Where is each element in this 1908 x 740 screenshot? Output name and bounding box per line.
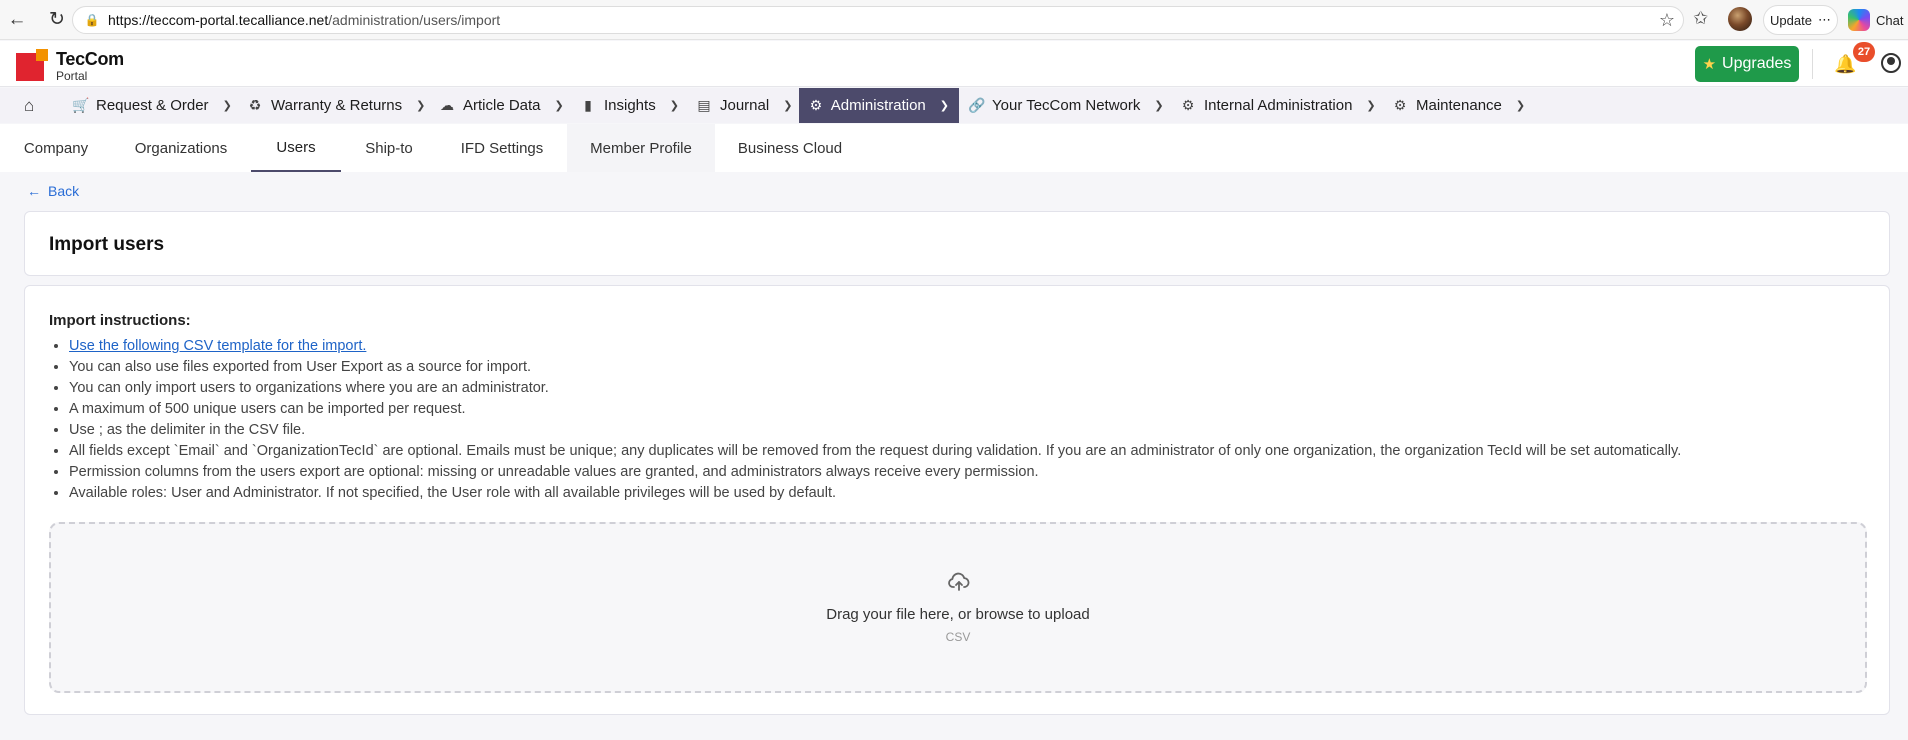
- nav-administration[interactable]: ⚙ Administration ❯: [799, 88, 959, 123]
- tab-company[interactable]: Company: [0, 124, 112, 172]
- list-item: A maximum of 500 unique users can be imp…: [69, 399, 1681, 420]
- nav-warranty-returns[interactable]: ♻ Warranty & Returns ❯: [237, 88, 435, 123]
- upgrades-label: Upgrades: [1722, 55, 1792, 72]
- sub-tabs: Company Organizations Users Ship-to IFD …: [0, 124, 1908, 172]
- arrow-left-icon: ←: [27, 183, 41, 199]
- nav-article-data[interactable]: ☁ Article Data ❯: [429, 88, 574, 123]
- csv-template-link[interactable]: Use the following CSV template for the i…: [69, 338, 366, 354]
- nav-insights[interactable]: ▮ Insights ❯: [570, 88, 689, 123]
- journal-icon: ▤: [697, 97, 711, 113]
- browser-toolbar: ← ↻ 🔒 https://teccom-portal.tecalliance.…: [0, 0, 1908, 40]
- upgrades-button[interactable]: ★ Upgrades: [1695, 46, 1799, 82]
- chevron-down-icon: ❯: [783, 100, 793, 112]
- brand-sub: Portal: [56, 69, 88, 83]
- list-item: You can also use files exported from Use…: [69, 357, 1681, 378]
- chevron-down-icon: ❯: [1154, 100, 1164, 112]
- nav-label: Warranty & Returns: [271, 97, 403, 114]
- list-item: Available roles: User and Administrator.…: [69, 483, 1681, 504]
- nav-label: Journal: [720, 97, 770, 114]
- back-link[interactable]: ← Back: [27, 183, 79, 199]
- browser-reload-icon[interactable]: ↻: [46, 9, 68, 31]
- nav-label: Your TecCom Network: [992, 97, 1141, 114]
- copilot-chat-button[interactable]: Chat: [1848, 5, 1903, 35]
- dropzone-filetype: CSV: [945, 630, 971, 644]
- gears-icon: ⚙: [1181, 97, 1195, 113]
- list-item: You can only import users to organizatio…: [69, 378, 1681, 399]
- tab-ship-to[interactable]: Ship-to: [341, 124, 437, 172]
- chevron-down-icon: ❯: [939, 100, 949, 112]
- browser-update-button[interactable]: Update ⋯: [1763, 5, 1838, 35]
- tab-ifd-settings[interactable]: IFD Settings: [437, 124, 567, 172]
- chevron-down-icon: ❯: [1366, 100, 1376, 112]
- chart-icon: ▮: [584, 97, 592, 113]
- chevron-down-icon: ❯: [669, 100, 679, 112]
- browser-profile-avatar[interactable]: [1728, 7, 1752, 31]
- recycle-icon: ♻: [248, 97, 262, 113]
- chat-label: Chat: [1876, 12, 1904, 28]
- list-item: Use the following CSV template for the i…: [69, 336, 1681, 357]
- nav-label: Insights: [604, 97, 656, 114]
- site-info-icon[interactable]: 🔒: [85, 13, 100, 27]
- teccom-logo[interactable]: [16, 49, 48, 81]
- nav-request-order[interactable]: 🛒 Request & Order ❯: [62, 88, 242, 123]
- nav-label: Internal Administration: [1204, 97, 1353, 114]
- link-icon: 🔗: [968, 97, 986, 113]
- notification-badge: 27: [1853, 42, 1875, 62]
- dropzone-text: Drag your file here, or browse to upload: [826, 606, 1090, 623]
- gears-icon: ⚙: [1393, 97, 1407, 113]
- nav-journal[interactable]: ▤ Journal ❯: [686, 88, 802, 123]
- list-item: Use ; as the delimiter in the CSV file.: [69, 420, 1681, 441]
- chevron-down-icon: ❯: [1515, 100, 1526, 112]
- nav-internal-administration[interactable]: ⚙ Internal Administration ❯: [1170, 88, 1386, 123]
- nav-label: Request & Order: [96, 97, 209, 114]
- tab-organizations[interactable]: Organizations: [112, 124, 250, 172]
- title-card: Import users: [24, 211, 1890, 276]
- instructions-title: Import instructions:: [49, 312, 191, 329]
- nav-label: Article Data: [463, 97, 541, 114]
- tab-users[interactable]: Users: [251, 124, 341, 172]
- bell-icon[interactable]: 🔔: [1834, 54, 1856, 75]
- home-icon[interactable]: ⌂: [24, 96, 34, 116]
- update-label: Update: [1770, 12, 1812, 28]
- favorites-icon[interactable]: ✩: [1693, 8, 1708, 29]
- cloud-upload-icon: [948, 572, 970, 591]
- instructions-list: Use the following CSV template for the i…: [69, 336, 1681, 504]
- more-icon: ⋯: [1817, 12, 1831, 27]
- chevron-down-icon: ❯: [554, 100, 564, 112]
- brand-name: TecCom: [56, 49, 124, 69]
- chevron-down-icon: ❯: [416, 100, 426, 112]
- header-divider: [1812, 49, 1813, 79]
- main-nav: ⌂ 🛒 Request & Order ❯ ♻ Warranty & Retur…: [0, 88, 1908, 123]
- nav-label: Maintenance: [1416, 97, 1502, 114]
- list-item: All fields except `Email` and `Organizat…: [69, 441, 1681, 462]
- user-account-icon[interactable]: [1881, 53, 1901, 73]
- nav-maintenance[interactable]: ⚙ Maintenance ❯: [1382, 88, 1535, 123]
- nav-label: Administration: [830, 97, 926, 114]
- tab-business-cloud[interactable]: Business Cloud: [715, 124, 865, 172]
- url-text[interactable]: https://teccom-portal.tecalliance.net/ad…: [108, 12, 500, 28]
- nav-your-teccom-network[interactable]: 🔗 Your TecCom Network ❯: [958, 88, 1174, 123]
- cloud-icon: ☁: [440, 97, 454, 113]
- address-bar[interactable]: 🔒 https://teccom-portal.tecalliance.net/…: [72, 6, 1684, 34]
- page-title: Import users: [49, 234, 165, 255]
- tab-member-profile[interactable]: Member Profile: [567, 124, 715, 172]
- star-icon: ★: [1702, 56, 1717, 73]
- copilot-icon: [1848, 9, 1870, 31]
- browser-back-icon[interactable]: ←: [6, 9, 28, 31]
- brand[interactable]: TecCom Portal: [56, 50, 124, 82]
- cart-icon: 🛒: [72, 97, 90, 113]
- bookmark-star-icon[interactable]: ☆: [1659, 10, 1675, 31]
- back-label: Back: [48, 183, 80, 199]
- gear-icon: ⚙: [809, 97, 823, 113]
- import-card: Import instructions: Use the following C…: [24, 285, 1890, 715]
- list-item: Permission columns from the users export…: [69, 462, 1681, 483]
- app-header: TecCom Portal ★ Upgrades 🔔 27: [0, 41, 1908, 87]
- file-dropzone[interactable]: Drag your file here, or browse to upload…: [49, 522, 1867, 693]
- chevron-down-icon: ❯: [222, 100, 232, 112]
